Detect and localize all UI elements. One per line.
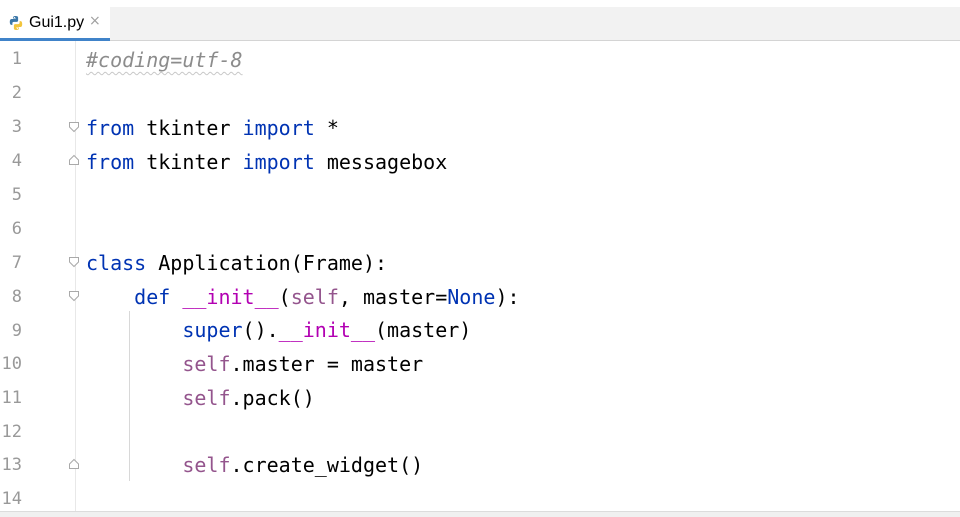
code-token: ().	[242, 318, 279, 342]
line-number: 8	[11, 287, 22, 307]
tab-gui1-py[interactable]: Gui1.py ×	[0, 7, 110, 41]
keyword-token: from	[86, 116, 135, 140]
line-number: 10	[1, 354, 22, 374]
line-number: 14	[1, 489, 22, 509]
line-number-gutter: 1 2 3 4 5 6 7 8 9 10 11 12 13 14	[0, 41, 79, 511]
line-number: 11	[1, 388, 22, 408]
code-line-3: from tkinter import *	[86, 116, 339, 140]
fold-end-icon[interactable]	[68, 154, 80, 166]
fold-open-icon[interactable]	[68, 121, 80, 133]
line-number: 9	[11, 321, 22, 341]
code-token: tkinter	[134, 116, 243, 140]
dunder-token: __init__	[182, 285, 279, 309]
code-editor[interactable]: 1 2 3 4 5 6 7 8 9 10 11 12 13 14 #coding…	[0, 41, 960, 511]
line-number: 12	[1, 422, 22, 442]
keyword-token: from	[86, 150, 135, 174]
self-token: self	[182, 453, 231, 477]
self-token: self	[182, 386, 231, 410]
code-token: *	[314, 116, 339, 140]
fold-end-icon[interactable]	[68, 458, 80, 470]
code-token: messagebox	[314, 150, 448, 174]
code-line-9: super().__init__(master)	[86, 318, 471, 342]
line-number: 2	[11, 83, 22, 103]
code-token: (	[278, 285, 291, 309]
code-token: (master)	[375, 318, 472, 342]
code-token: .master = master	[230, 352, 424, 376]
keyword-token: def	[134, 285, 171, 309]
code-line-7: class Application(Frame):	[86, 251, 387, 275]
code-token: , master=	[338, 285, 448, 309]
code-token: Application(Frame):	[146, 251, 388, 275]
line-number: 3	[11, 117, 22, 137]
keyword-token: import	[242, 116, 315, 140]
line-number: 1	[11, 49, 22, 69]
code-line-10: self.master = master	[86, 352, 423, 376]
close-icon[interactable]: ×	[89, 13, 101, 29]
code-line-4: from tkinter import messagebox	[86, 150, 447, 174]
builtin-token: super	[182, 318, 243, 342]
line-number: 5	[11, 185, 22, 205]
code-token: tkinter	[134, 150, 243, 174]
line-number: 6	[11, 219, 22, 239]
dunder-token: __init__	[278, 318, 375, 342]
fold-open-icon[interactable]	[68, 290, 80, 302]
code-token: ):	[495, 285, 520, 309]
line-number: 13	[1, 455, 22, 475]
self-token: self	[182, 352, 231, 376]
python-file-icon	[9, 16, 23, 30]
code-line-11: self.pack()	[86, 386, 315, 410]
code-token: .pack()	[230, 386, 315, 410]
code-line-8: def __init__(self, master=None):	[86, 285, 520, 309]
keyword-token: class	[86, 251, 147, 275]
code-line-1: #coding=utf-8	[86, 48, 243, 72]
keyword-token: None	[447, 285, 496, 309]
code-line-13: self.create_widget()	[86, 453, 423, 477]
tab-filename: Gui1.py	[29, 14, 85, 31]
horizontal-scrollbar[interactable]	[0, 511, 960, 517]
keyword-token: import	[242, 150, 315, 174]
editor-tab-bar: Gui1.py ×	[0, 7, 960, 41]
self-token: self	[290, 285, 339, 309]
line-number: 4	[11, 151, 22, 171]
comment-token: #coding=utf-8	[86, 48, 243, 72]
line-number: 7	[11, 253, 22, 273]
code-token: .create_widget()	[230, 453, 424, 477]
fold-open-icon[interactable]	[68, 256, 80, 268]
